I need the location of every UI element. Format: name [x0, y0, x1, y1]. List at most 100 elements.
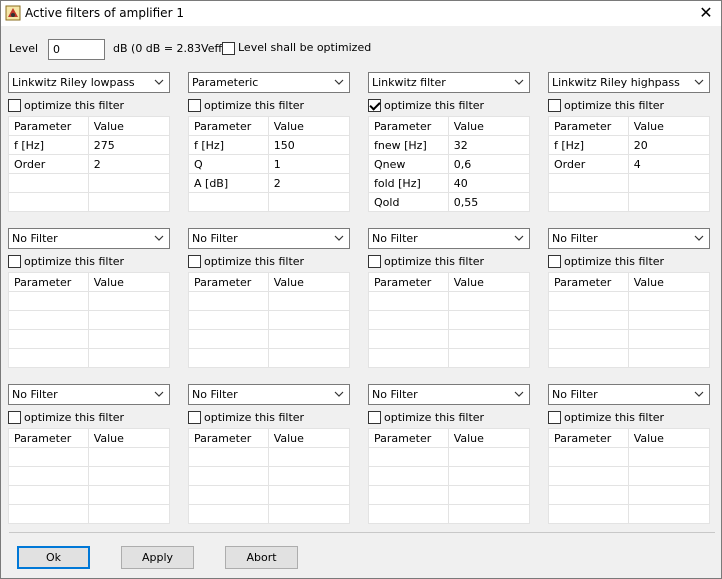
value-cell[interactable]: [447, 485, 531, 505]
parameter-cell[interactable]: [548, 310, 629, 330]
value-cell[interactable]: [267, 329, 351, 349]
value-cell[interactable]: [87, 173, 171, 193]
parameter-cell[interactable]: [548, 291, 629, 311]
parameter-cell[interactable]: [368, 485, 449, 505]
chevron-down-icon[interactable]: [333, 388, 345, 400]
value-cell[interactable]: [447, 310, 531, 330]
value-cell[interactable]: [627, 348, 711, 368]
value-cell[interactable]: [627, 291, 711, 311]
value-cell[interactable]: 275: [87, 135, 171, 155]
parameter-cell[interactable]: Q: [188, 154, 269, 174]
value-cell[interactable]: [447, 348, 531, 368]
value-cell[interactable]: [447, 504, 531, 524]
value-cell[interactable]: [267, 348, 351, 368]
parameter-cell[interactable]: [8, 291, 89, 311]
parameter-cell[interactable]: [548, 447, 629, 467]
value-cell[interactable]: [267, 466, 351, 486]
optimize-filter-checkbox[interactable]: optimize this filter: [8, 410, 124, 424]
chevron-down-icon[interactable]: [333, 232, 345, 244]
checkbox-icon[interactable]: [8, 98, 21, 112]
optimize-filter-checkbox[interactable]: optimize this filter: [8, 254, 124, 268]
checkbox-icon[interactable]: [8, 410, 21, 424]
filter-type-select[interactable]: No Filter: [548, 228, 710, 249]
value-cell[interactable]: [267, 192, 351, 212]
filter-type-select[interactable]: No Filter: [368, 228, 530, 249]
parameter-cell[interactable]: [8, 485, 89, 505]
parameter-cell[interactable]: [8, 310, 89, 330]
parameter-cell[interactable]: [368, 310, 449, 330]
optimize-filter-checkbox[interactable]: optimize this filter: [368, 410, 484, 424]
value-cell[interactable]: [627, 466, 711, 486]
parameter-cell[interactable]: fold [Hz]: [368, 173, 449, 193]
value-cell[interactable]: [267, 504, 351, 524]
optimize-filter-checkbox[interactable]: optimize this filter: [548, 254, 664, 268]
value-cell[interactable]: [87, 447, 171, 467]
value-cell[interactable]: 150: [267, 135, 351, 155]
filter-type-select[interactable]: Parameteric: [188, 72, 350, 93]
value-cell[interactable]: [627, 447, 711, 467]
checkbox-icon[interactable]: [8, 254, 21, 268]
value-cell[interactable]: 2: [267, 173, 351, 193]
chevron-down-icon[interactable]: [153, 232, 165, 244]
value-cell[interactable]: [87, 192, 171, 212]
parameter-cell[interactable]: fnew [Hz]: [368, 135, 449, 155]
optimize-filter-checkbox[interactable]: optimize this filter: [8, 98, 124, 112]
value-cell[interactable]: 40: [447, 173, 531, 193]
parameter-cell[interactable]: Order: [548, 154, 629, 174]
parameter-cell[interactable]: [188, 310, 269, 330]
value-cell[interactable]: [87, 485, 171, 505]
parameter-cell[interactable]: f [Hz]: [8, 135, 89, 155]
parameter-cell[interactable]: [8, 192, 89, 212]
parameter-cell[interactable]: Qold: [368, 192, 449, 212]
value-cell[interactable]: 20: [627, 135, 711, 155]
value-cell[interactable]: [447, 329, 531, 349]
value-cell[interactable]: 0,6: [447, 154, 531, 174]
filter-type-select[interactable]: Linkwitz Riley highpass: [548, 72, 710, 93]
value-cell[interactable]: [87, 348, 171, 368]
value-cell[interactable]: [627, 504, 711, 524]
parameter-cell[interactable]: [188, 291, 269, 311]
parameter-cell[interactable]: [188, 485, 269, 505]
filter-type-select[interactable]: No Filter: [188, 228, 350, 249]
value-cell[interactable]: [267, 485, 351, 505]
parameter-cell[interactable]: [548, 173, 629, 193]
parameter-cell[interactable]: [188, 348, 269, 368]
parameter-cell[interactable]: [548, 329, 629, 349]
optimize-filter-checkbox[interactable]: optimize this filter: [368, 98, 484, 112]
checkbox-icon[interactable]: [368, 254, 381, 268]
apply-button[interactable]: Apply: [121, 546, 194, 569]
parameter-cell[interactable]: [8, 348, 89, 368]
checkbox-icon[interactable]: [548, 98, 561, 112]
value-cell[interactable]: [87, 466, 171, 486]
optimize-filter-checkbox[interactable]: optimize this filter: [548, 410, 664, 424]
value-cell[interactable]: [447, 466, 531, 486]
parameter-cell[interactable]: [188, 329, 269, 349]
parameter-cell[interactable]: [8, 466, 89, 486]
parameter-cell[interactable]: [8, 329, 89, 349]
checkbox-icon[interactable]: [548, 410, 561, 424]
chevron-down-icon[interactable]: [153, 76, 165, 88]
filter-type-select[interactable]: No Filter: [8, 384, 170, 405]
value-cell[interactable]: [447, 291, 531, 311]
optimize-filter-checkbox[interactable]: optimize this filter: [188, 410, 304, 424]
value-cell[interactable]: [627, 173, 711, 193]
parameter-cell[interactable]: f [Hz]: [188, 135, 269, 155]
checkbox-icon[interactable]: [368, 98, 381, 112]
value-cell[interactable]: 4: [627, 154, 711, 174]
parameter-cell[interactable]: [548, 466, 629, 486]
chevron-down-icon[interactable]: [513, 232, 525, 244]
value-cell[interactable]: [627, 192, 711, 212]
filter-type-select[interactable]: Linkwitz Riley lowpass: [8, 72, 170, 93]
parameter-cell[interactable]: f [Hz]: [548, 135, 629, 155]
value-cell[interactable]: 32: [447, 135, 531, 155]
parameter-cell[interactable]: [548, 504, 629, 524]
parameter-cell[interactable]: [188, 447, 269, 467]
chevron-down-icon[interactable]: [513, 76, 525, 88]
parameter-cell[interactable]: [368, 447, 449, 467]
value-cell[interactable]: [447, 447, 531, 467]
value-cell[interactable]: 1: [267, 154, 351, 174]
checkbox-icon[interactable]: [188, 254, 201, 268]
value-cell[interactable]: [267, 291, 351, 311]
value-cell[interactable]: [627, 329, 711, 349]
filter-type-select[interactable]: Linkwitz filter: [368, 72, 530, 93]
